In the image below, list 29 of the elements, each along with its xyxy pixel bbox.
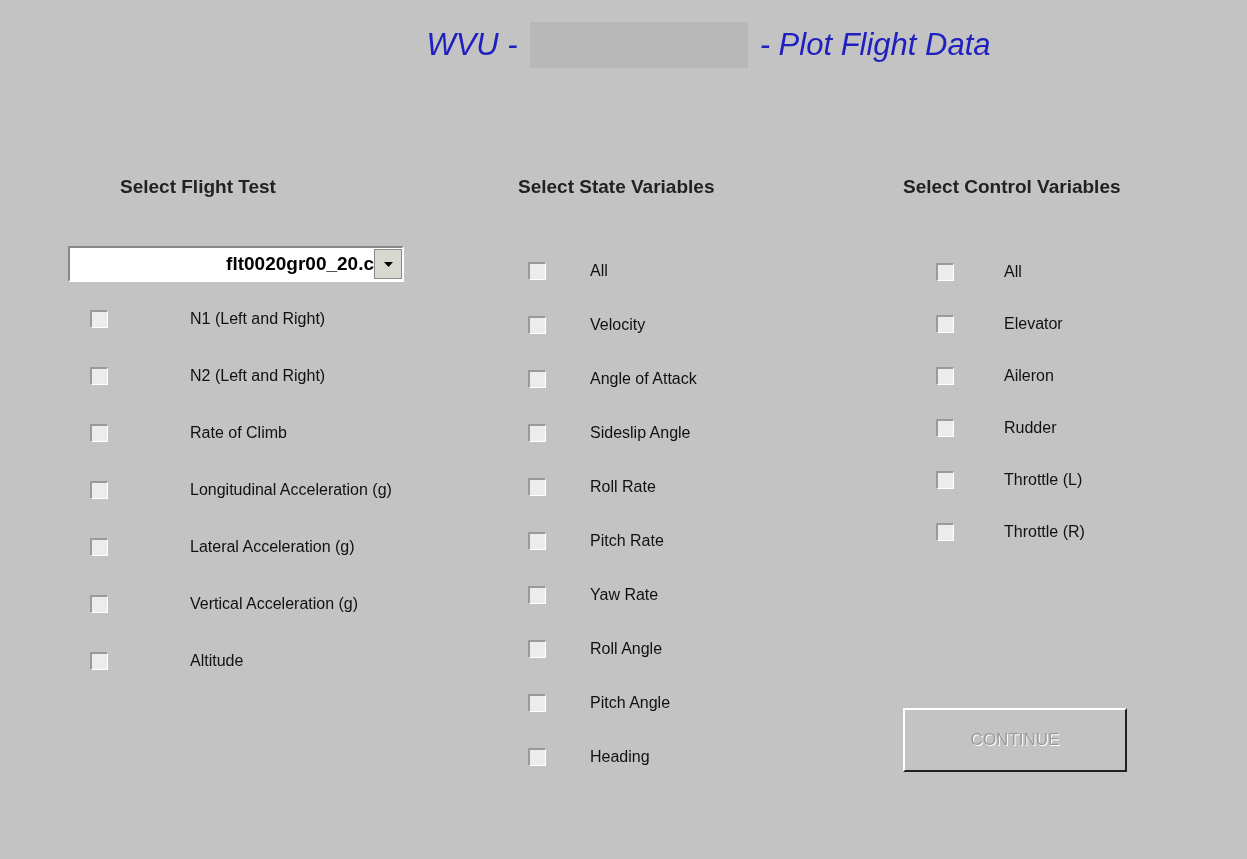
option-label: Elevator [1004, 314, 1063, 334]
option-label: Lateral Acceleration (g) [190, 536, 355, 557]
option-label: All [1004, 262, 1022, 282]
option-label: Aileron [1004, 366, 1054, 386]
option-label: Pitch Angle [590, 693, 671, 713]
file-dropdown[interactable]: flt0020gr00_20.c [68, 246, 404, 282]
option-label: Rate of Climb [190, 422, 287, 443]
option-label: All [590, 261, 608, 281]
option-label: Longitudinal Acceleration (g) [190, 479, 392, 500]
option-label: Roll Angle [590, 639, 663, 659]
option-label: Roll Rate [590, 477, 656, 497]
option-label: Pitch Rate [590, 531, 664, 551]
option-label: N2 (Left and Right) [190, 365, 326, 386]
option-label: Sideslip Angle [590, 423, 691, 443]
title-text: - Plot Flight Data [759, 26, 991, 64]
option-label: Yaw Rate [590, 585, 659, 605]
title-text: WVU - [426, 26, 518, 64]
option-label: N1 (Left and Right) [190, 308, 326, 329]
option-label: Velocity [590, 315, 646, 335]
option-label: Vertical Acceleration (g) [190, 593, 359, 614]
section-heading: Select Flight Test [120, 174, 277, 199]
option-label: Throttle (L) [1004, 470, 1083, 490]
option-label: Throttle (R) [1004, 522, 1085, 542]
option-label: Rudder [1004, 418, 1057, 438]
option-label: Heading [590, 747, 650, 767]
option-label: Altitude [190, 650, 244, 671]
section-heading: Select Control Variables [903, 174, 1122, 199]
section-heading: Select State Variables [518, 174, 716, 199]
option-label: Angle of Attack [590, 369, 697, 389]
